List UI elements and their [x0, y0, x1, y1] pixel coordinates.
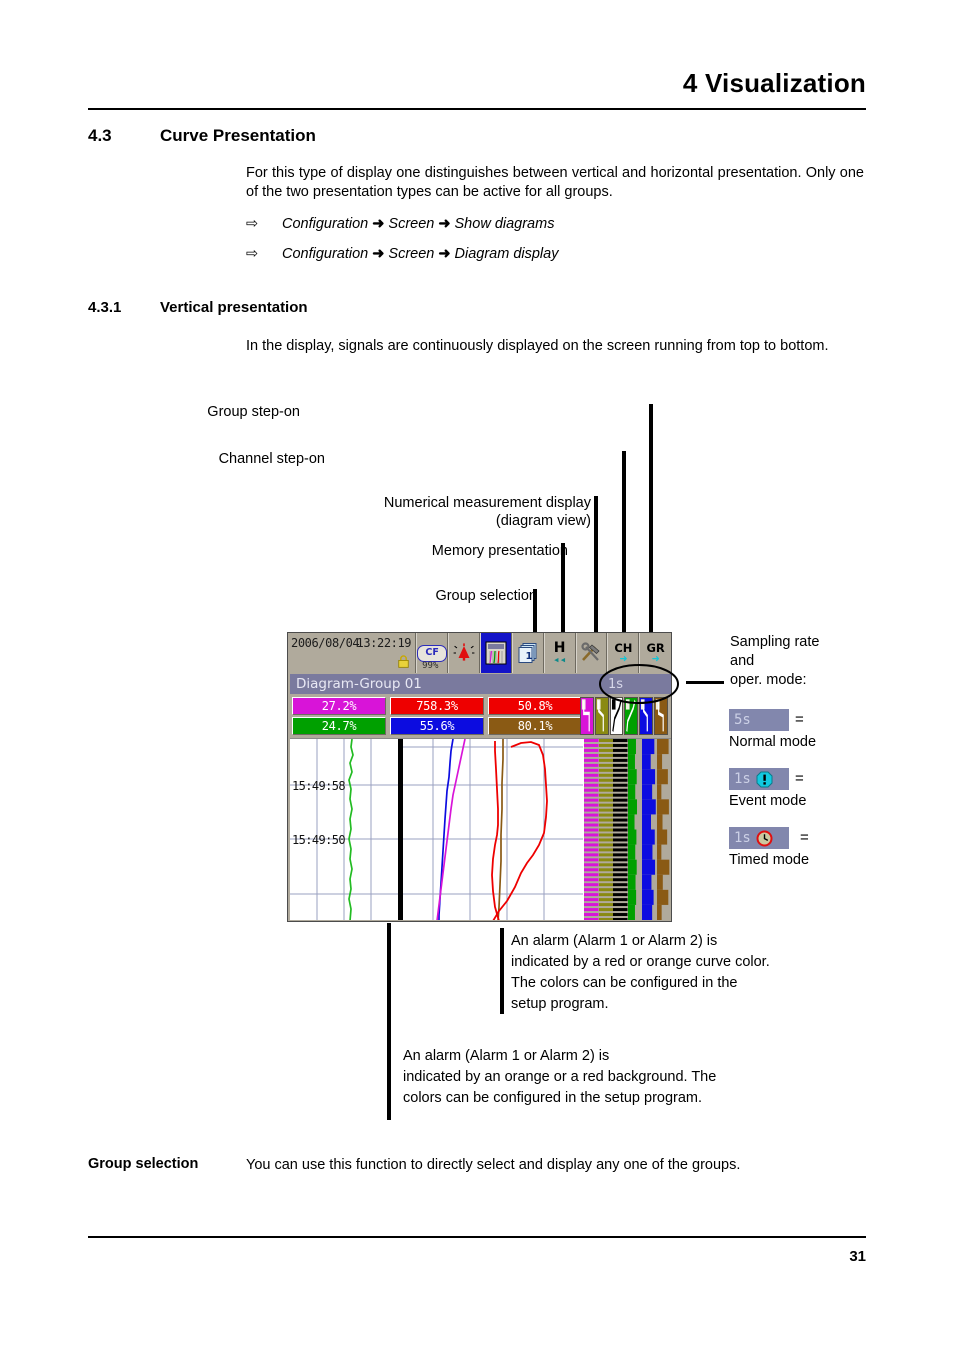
section-4-3-1-title: Vertical presentation: [160, 299, 308, 316]
sampling-rate-highlight-ellipse: [599, 664, 679, 704]
device-value-cell[interactable]: 55.6%: [390, 717, 484, 735]
device-value-cell[interactable]: 27.2%: [292, 697, 386, 715]
alarm-bell-icon[interactable]: [448, 633, 480, 673]
header-divider: [88, 108, 866, 110]
history-rewind-icon[interactable]: H ◂◂: [543, 633, 576, 673]
cf-percent: 99%: [422, 661, 439, 671]
mode-chip-event: 1s: [729, 768, 789, 790]
leader-line-curve-alarm-note: [500, 928, 504, 1014]
mode-equals-event: =: [795, 770, 804, 787]
mode-chip-rate: 1s: [734, 771, 751, 787]
cf-memory-icon[interactable]: CF 99%: [416, 633, 449, 673]
channel-bargraph: [642, 739, 657, 920]
section-4-3-1-number: 4.3.1: [88, 299, 122, 316]
callout-group-selection: Group selection: [435, 588, 537, 604]
device-datetime-field: 2006/08/04 13:22:19: [288, 633, 417, 673]
live-curve-plot: [403, 739, 583, 920]
device-group-name: Diagram-Group 01: [296, 676, 422, 692]
leader-line-sampling-rate: [686, 681, 724, 684]
padlock-icon: [397, 653, 410, 668]
menu-path-screen: Screen: [388, 216, 435, 232]
channel-bargraph: [613, 739, 628, 921]
group-pages-glyph: 1: [518, 643, 537, 663]
hammer-wrench-glyph: [581, 642, 600, 661]
device-value-cell[interactable]: 80.1%: [488, 717, 582, 735]
device-channel-bargraphs: [584, 739, 672, 921]
hollow-arrow-icon: ⇨: [246, 216, 259, 232]
device-date: 2006/08/04: [291, 636, 360, 650]
device-value-cell[interactable]: 758.3%: [390, 697, 484, 715]
chapter-title: 4 Visualization: [682, 68, 866, 98]
document-page: 4 Visualization 4.3 Curve Presentation F…: [0, 0, 954, 1350]
device-value-cell[interactable]: 50.8%: [488, 697, 582, 715]
device-chart-memory-pane: [290, 739, 403, 920]
channel-bargraph: [627, 739, 643, 920]
device-chart-live-pane: [403, 739, 583, 920]
alarm-bell-glyph: [453, 643, 475, 661]
arrow-right-icon: ➜: [372, 246, 385, 262]
group-pages-icon[interactable]: 1: [511, 633, 544, 673]
rewind-arrows-icon: ◂◂: [553, 652, 567, 666]
arrow-right-icon: ➜: [438, 246, 451, 262]
leader-line-group-selection: [533, 589, 537, 633]
menu-path-item-diagram-display: ⇨ Configuration ➜ Screen ➜ Diagram display: [246, 246, 558, 262]
clock-icon: [756, 830, 773, 846]
diagram-view-glyph: [485, 641, 507, 665]
cf-chip-label: CF: [417, 644, 448, 662]
diagram-view-icon[interactable]: [479, 633, 512, 673]
menu-path-screen: Screen: [388, 246, 435, 262]
menu-path-leaf: Show diagrams: [454, 216, 555, 232]
device-time: 13:22:19: [356, 636, 412, 650]
mode-label-event: Event mode: [729, 793, 807, 809]
device-chart-area: 15:49:58 15:49:50: [290, 738, 672, 921]
group-selection-label: Group selection: [88, 1156, 199, 1172]
footer-divider: [88, 1236, 866, 1238]
hollow-arrow-icon: ⇨: [246, 246, 259, 262]
memory-curve-plot: [290, 739, 398, 920]
section-4-3-1-intro-paragraph: In the display, signals are continuously…: [246, 338, 829, 354]
note-background-alarm: An alarm (Alarm 1 or Alarm 2) is indicat…: [403, 1048, 717, 1106]
mode-equals-normal: =: [795, 711, 804, 728]
arrow-right-icon: ➜: [438, 216, 451, 232]
leader-line-channel-step-on: [622, 451, 626, 633]
legend-sampling-heading: Sampling rate and oper. mode:: [730, 634, 820, 688]
channel-legend-icon[interactable]: [580, 697, 594, 735]
leader-line-memory-presentation: [561, 543, 565, 633]
channel-bargraph: [598, 739, 613, 921]
leader-line-group-step-on: [649, 404, 653, 633]
leader-line-background-alarm-note: [387, 923, 391, 1120]
menu-path-item-show-diagrams: ⇨ Configuration ➜ Screen ➜ Show diagrams: [246, 216, 554, 232]
channel-bargraph: [584, 739, 599, 921]
mode-equals-timed: =: [800, 829, 809, 846]
device-time-label: 15:49:50: [292, 833, 346, 847]
menu-path-leaf: Diagram display: [454, 246, 559, 262]
callout-memory-presentation: Memory presentation: [431, 543, 568, 559]
mode-chip-timed: 1s: [729, 827, 789, 849]
arrow-right-icon: ➜: [372, 216, 385, 232]
group-selection-text: You can use this function to directly se…: [246, 1157, 741, 1173]
mode-label-timed: Timed mode: [729, 852, 810, 868]
device-value-cell[interactable]: 24.7%: [292, 717, 386, 735]
exclamation-icon: [756, 771, 773, 787]
section-4-3-title: Curve Presentation: [160, 126, 316, 145]
mode-chip-normal: 5s: [729, 709, 789, 731]
svg-text:1: 1: [525, 651, 532, 662]
section-4-3-intro-paragraph: For this type of display one distinguish…: [246, 165, 864, 200]
device-time-label: 15:49:58: [292, 779, 346, 793]
menu-path-config: Configuration: [282, 216, 369, 232]
callout-channel-step-on: Channel step-on: [218, 451, 325, 467]
menu-path-config: Configuration: [282, 246, 369, 262]
mode-chip-rate: 1s: [734, 830, 751, 846]
page-number: 31: [849, 1248, 866, 1265]
note-curve-alarm: An alarm (Alarm 1 or Alarm 2) is indicat…: [511, 933, 770, 1012]
channel-bargraph: [656, 739, 672, 920]
mode-chip-rate: 5s: [734, 712, 751, 728]
device-value-grid: 27.2% 758.3% 50.8% 24.7% 55.6% 80.1%: [292, 697, 582, 735]
callout-group-step-on: Group step-on: [207, 404, 300, 420]
callout-numerical-measurement-display: Numerical measurement display (diagram v…: [383, 495, 591, 529]
leader-line-numerical-display: [594, 496, 598, 633]
section-4-3-number: 4.3: [88, 126, 112, 145]
mode-label-normal: Normal mode: [729, 734, 817, 750]
